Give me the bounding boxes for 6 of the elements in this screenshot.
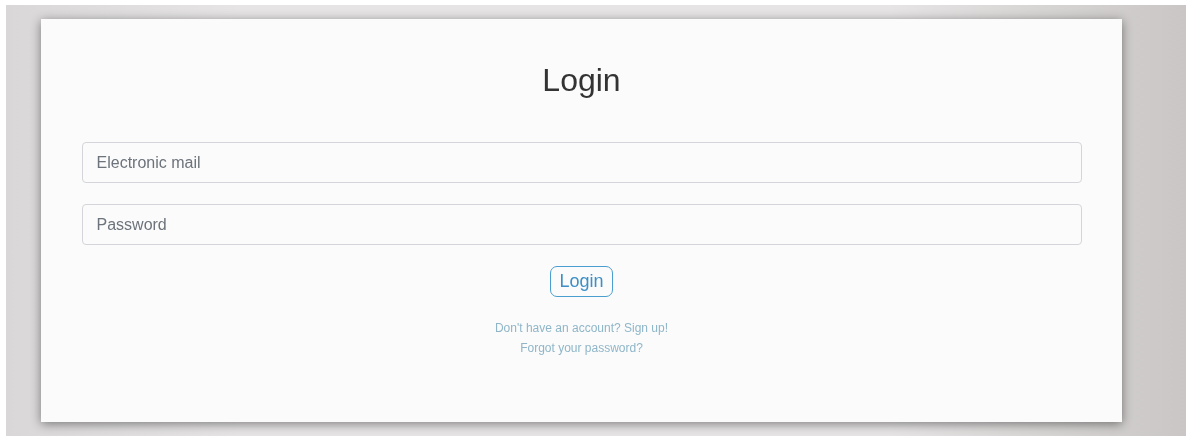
sign-up-link[interactable]: Don't have an account? Sign up!: [494, 320, 669, 336]
page-title: Login: [542, 61, 621, 100]
login-button[interactable]: Login: [550, 266, 613, 297]
forgot-password-link[interactable]: Forgot your password?: [520, 340, 643, 356]
password-field[interactable]: Password: [81, 204, 1082, 245]
email-field[interactable]: Electronic mail: [81, 142, 1082, 183]
